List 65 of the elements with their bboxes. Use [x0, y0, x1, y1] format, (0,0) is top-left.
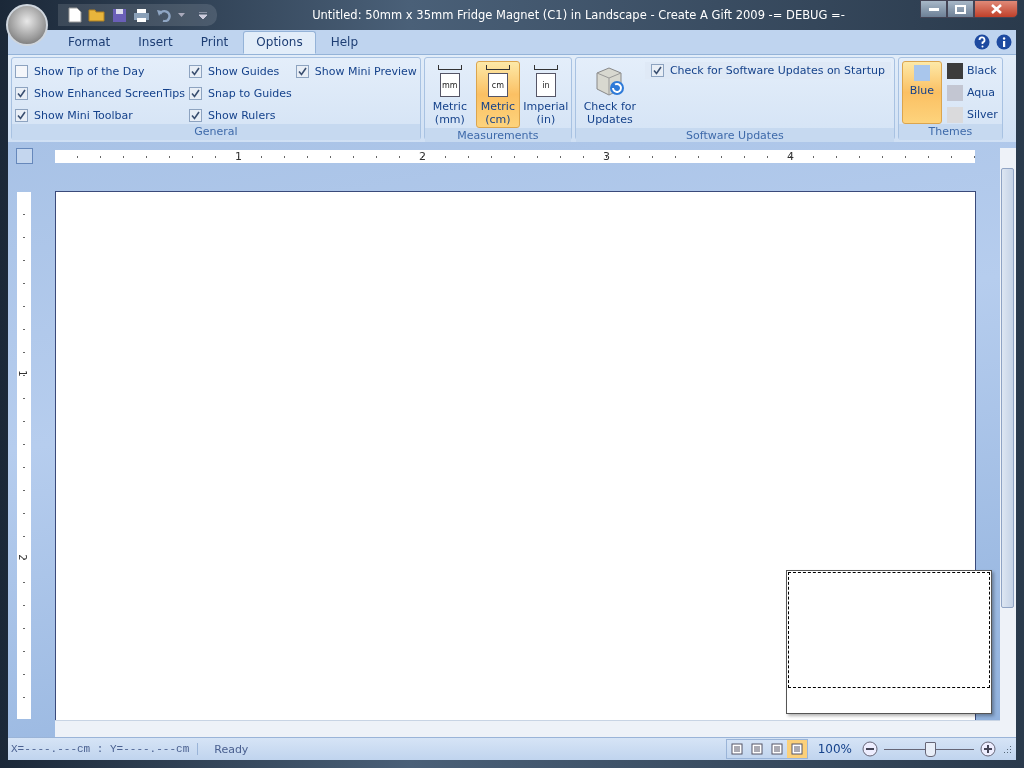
maximize-icon — [955, 4, 966, 14]
group-label: Themes — [898, 124, 1002, 140]
resize-grip-icon — [1002, 744, 1012, 754]
startup-update-checkbox[interactable]: Check for Software Updates on Startup — [644, 62, 891, 79]
status-text: Ready — [213, 742, 249, 756]
horizontal-scrollbar[interactable] — [55, 720, 1000, 737]
close-button[interactable] — [974, 0, 1018, 18]
close-icon — [990, 4, 1002, 14]
option-checkbox[interactable]: Show Mini Toolbar — [15, 107, 186, 124]
checkbox[interactable] — [650, 64, 664, 77]
unit-button[interactable]: cm Metric (cm) — [475, 61, 520, 128]
vertical-scrollbar[interactable] — [1000, 148, 1016, 737]
option-checkbox[interactable]: Show Rulers — [189, 107, 292, 124]
maximize-button[interactable] — [947, 0, 974, 18]
help-icon[interactable] — [974, 34, 990, 50]
group-label: General — [12, 124, 420, 140]
ribbon-tab[interactable]: Format — [55, 31, 124, 54]
theme-option[interactable]: Aqua — [945, 83, 999, 102]
minimize-icon — [928, 7, 939, 11]
cursor-coordinates: X=----.---cm : Y=----.---cm — [8, 743, 199, 755]
checkbox[interactable] — [295, 65, 309, 78]
checkbox[interactable] — [15, 109, 28, 122]
ribbon-tab[interactable]: Insert — [125, 31, 186, 54]
minimize-button[interactable] — [920, 0, 947, 18]
info-icon[interactable] — [996, 34, 1012, 50]
checkbox[interactable] — [15, 87, 28, 100]
theme-button[interactable]: Blue — [901, 61, 942, 124]
checkbox[interactable] — [189, 65, 203, 78]
ruler-number: 2 — [419, 150, 426, 163]
option-checkbox[interactable]: Show Mini Preview — [295, 63, 417, 80]
customize-caret-icon[interactable] — [199, 11, 207, 19]
ribbon-tab[interactable]: Print — [187, 31, 242, 54]
update-box-icon — [593, 65, 626, 97]
window-title: Untitled: 50mm x 35mm Fridge Magnet (C1) in Landscape - Create A Gift 2009 -= DEBUG =- — [311, 8, 846, 22]
option-checkbox[interactable]: Show Guides — [189, 63, 292, 80]
save-icon[interactable] — [112, 7, 127, 23]
zoom-in-icon[interactable] — [980, 741, 996, 757]
ruler-number: 1 — [235, 150, 242, 163]
zoom-out-icon[interactable] — [862, 741, 878, 757]
unit-button[interactable]: mm Metric (mm) — [427, 61, 472, 128]
ruler-number: 3 — [603, 150, 610, 163]
application-orb-button[interactable] — [6, 4, 48, 46]
zoom-level: 100% — [817, 742, 852, 756]
slider-thumb[interactable] — [925, 742, 936, 757]
ribbon-tab[interactable]: Options — [243, 31, 316, 54]
checkbox[interactable] — [15, 65, 28, 78]
ribbon-tab[interactable]: Help — [317, 31, 371, 54]
theme-option[interactable]: Silver — [945, 105, 999, 124]
checkbox[interactable] — [189, 87, 203, 100]
check-updates-button[interactable]: Check for Updates — [578, 61, 641, 128]
dropdown-caret-icon[interactable] — [178, 12, 185, 18]
option-checkbox[interactable]: Snap to Guides — [189, 85, 292, 102]
print-icon[interactable] — [133, 7, 150, 23]
ruler-number: 2 — [16, 554, 28, 561]
unit-button[interactable]: in Imperial (in) — [523, 61, 568, 128]
option-checkbox[interactable]: Show Tip of the Day — [15, 63, 186, 80]
folder-icon[interactable] — [88, 8, 106, 22]
new-document-icon[interactable] — [68, 7, 82, 23]
view-mode-button[interactable] — [786, 740, 807, 758]
ruler-number: 4 — [787, 150, 794, 163]
checkbox[interactable] — [189, 109, 203, 122]
option-checkbox[interactable]: Show Enhanced ScreenTips — [15, 85, 186, 102]
theme-option[interactable]: Black — [945, 61, 999, 80]
undo-icon[interactable] — [156, 8, 172, 22]
ruler-number: 1 — [16, 370, 28, 377]
